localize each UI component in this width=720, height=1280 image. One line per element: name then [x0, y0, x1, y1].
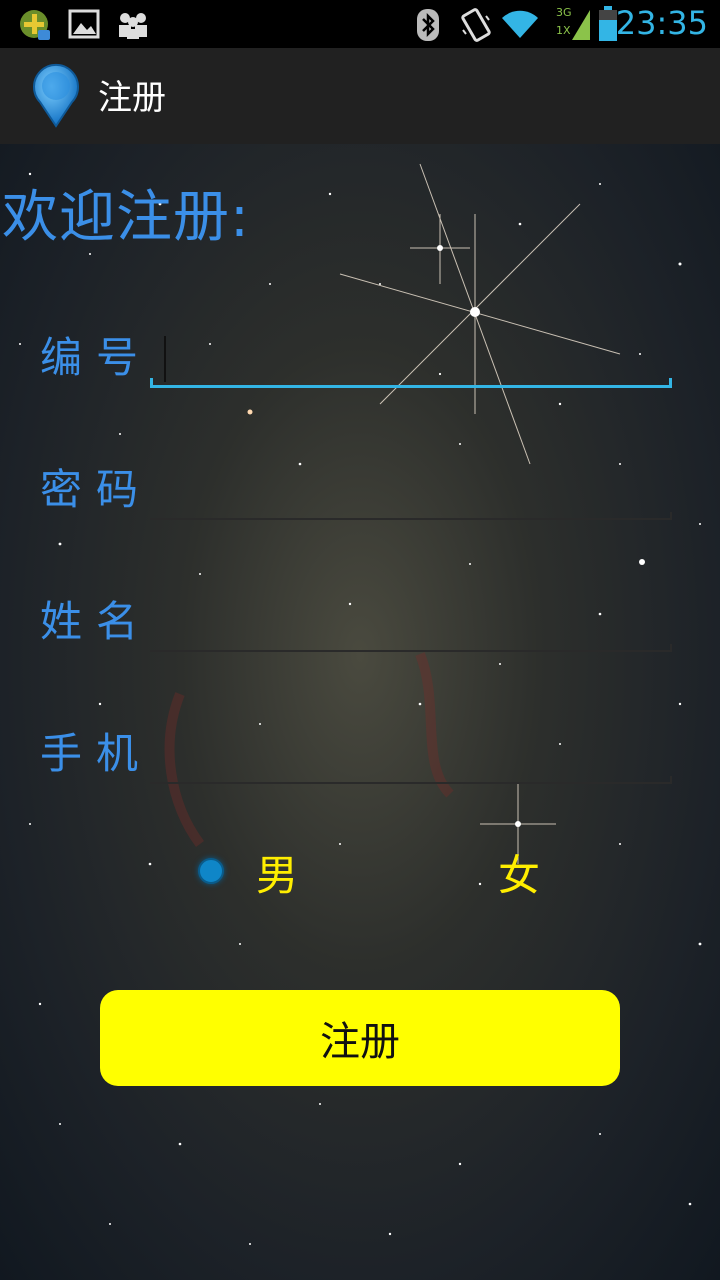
- input-underline: [150, 512, 672, 520]
- clock: 23:35: [615, 4, 708, 42]
- svg-text:1X: 1X: [556, 24, 571, 37]
- input-underline: [150, 378, 672, 388]
- input-underline: [150, 776, 672, 784]
- bluetooth-icon: [416, 8, 440, 46]
- wifi-icon: [500, 8, 540, 44]
- radio-male-label: 男: [256, 851, 299, 900]
- name-input[interactable]: [150, 592, 672, 652]
- id-label: 编号: [40, 333, 153, 382]
- phone-label: 手机: [40, 729, 153, 778]
- action-bar: 注册: [0, 48, 720, 146]
- app-plus-icon: [18, 8, 52, 46]
- people-icon: [116, 8, 150, 44]
- id-input[interactable]: [150, 328, 672, 388]
- name-label: 姓名: [40, 597, 153, 646]
- status-bar: 3G 1X 23:35: [0, 0, 720, 48]
- image-icon: [68, 8, 100, 44]
- radio-female-label: 女: [498, 851, 541, 900]
- input-underline: [150, 644, 672, 652]
- radio-male[interactable]: 男: [190, 840, 320, 910]
- text-cursor: [164, 336, 166, 382]
- starfield-background: [19, 163, 702, 1245]
- radio-button-checked-icon: [198, 858, 224, 884]
- signal-icon: 3G 1X: [554, 4, 594, 46]
- password-input[interactable]: [150, 460, 672, 520]
- vibrate-icon: [460, 8, 492, 46]
- register-button[interactable]: 注册: [100, 990, 620, 1086]
- location-pin-icon[interactable]: [30, 62, 82, 132]
- radio-female[interactable]: 女: [440, 840, 570, 910]
- svg-text:3G: 3G: [556, 6, 572, 19]
- password-label: 密码: [40, 465, 153, 514]
- welcome-heading: 欢迎注册:: [2, 185, 250, 250]
- phone-input[interactable]: [150, 724, 672, 784]
- page-title: 注册: [98, 78, 166, 118]
- registration-form: 欢迎注册: 编号 密码 姓名 手机 男 女 注册: [0, 144, 720, 1280]
